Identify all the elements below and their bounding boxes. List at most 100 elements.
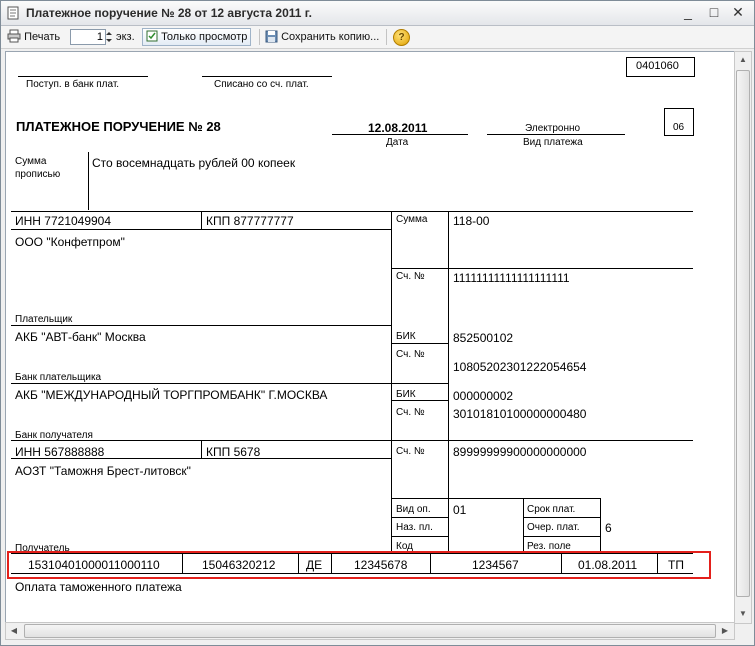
payer-bik-label: БИК bbox=[396, 331, 416, 342]
payee-bik-label: БИК bbox=[396, 389, 416, 400]
toolbar-separator bbox=[386, 29, 387, 45]
debited-line bbox=[202, 76, 332, 77]
copies-input[interactable]: 1 bbox=[70, 29, 106, 45]
document-icon bbox=[7, 6, 19, 20]
payment-purpose: Оплата таможенного платежа bbox=[15, 580, 182, 594]
grid-line bbox=[201, 211, 202, 229]
grid-line bbox=[392, 536, 448, 537]
grid-line bbox=[523, 517, 600, 518]
term-label: Срок плат. bbox=[527, 504, 576, 515]
close-button[interactable]: ✕ bbox=[729, 4, 747, 21]
grid-line bbox=[11, 383, 391, 384]
save-copy-label: Сохранить копию... bbox=[281, 31, 380, 43]
toolbar-separator bbox=[259, 29, 260, 45]
okud-code: 0401060 bbox=[636, 60, 679, 72]
status-code: 06 bbox=[673, 122, 685, 133]
window-title: Платежное поручение № 28 от 12 августа 2… bbox=[26, 6, 312, 20]
amount-words-value: Сто восемнадцать рублей 00 копеек bbox=[92, 156, 296, 170]
printer-icon bbox=[7, 29, 21, 43]
view-only-label: Только просмотр bbox=[161, 31, 248, 43]
vertical-scroll-thumb[interactable] bbox=[736, 70, 750, 597]
maximize-button[interactable]: □ bbox=[705, 4, 723, 21]
grid-line bbox=[11, 211, 693, 212]
grid-line bbox=[523, 498, 524, 553]
scroll-up-icon[interactable]: ▲ bbox=[735, 52, 751, 68]
amount-words-label-2: прописью bbox=[15, 169, 61, 180]
payee-account-label: Сч. № bbox=[396, 446, 425, 457]
order-label: Очер. плат. bbox=[527, 522, 580, 533]
payee-corr-value: 30101810100000000480 bbox=[453, 407, 587, 421]
payee-inn: ИНН 567888888 bbox=[15, 445, 105, 459]
payee-corr-label: Сч. № bbox=[396, 407, 425, 418]
payer-bank-label: Банк плательщика bbox=[15, 372, 102, 383]
grid-line bbox=[392, 498, 600, 499]
document-area: 0401060 Поступ. в банк плат. Списано со … bbox=[5, 51, 735, 624]
payer-bik-value: 852500102 bbox=[453, 331, 514, 345]
grid-line bbox=[600, 498, 601, 553]
amount-value: 118-00 bbox=[453, 214, 490, 228]
payment-type-value: Электронно bbox=[525, 123, 581, 134]
grid-line bbox=[11, 229, 391, 230]
date-label: Дата bbox=[386, 137, 409, 148]
payer-account-value: 11111111111111111111 bbox=[453, 271, 570, 285]
help-icon[interactable]: ? bbox=[393, 29, 410, 46]
date-value: 12.08.2011 bbox=[368, 121, 428, 135]
payee-bik-value: 000000002 bbox=[453, 389, 514, 403]
date-line bbox=[332, 134, 468, 135]
amount-words-divider bbox=[88, 152, 89, 210]
spinner-icon[interactable] bbox=[105, 30, 113, 44]
toolbar: Печать 1 экз. Только просмотр Сохранить … bbox=[1, 26, 754, 49]
grid-line bbox=[392, 400, 448, 401]
floppy-icon bbox=[265, 30, 278, 43]
title-bar[interactable]: Платежное поручение № 28 от 12 августа 2… bbox=[1, 1, 754, 26]
view-only-button[interactable]: Только просмотр bbox=[142, 28, 252, 46]
op-type-label: Вид оп. bbox=[396, 504, 431, 515]
grid-line bbox=[392, 517, 448, 518]
payer-name: ООО "Конфетпром" bbox=[15, 235, 125, 249]
grid-line bbox=[391, 211, 392, 553]
page-title: ПЛАТЕЖНОЕ ПОРУЧЕНИЕ № 28 bbox=[16, 119, 221, 134]
copies-unit: экз. bbox=[116, 31, 135, 43]
payer-account-label: Сч. № bbox=[396, 271, 425, 282]
tax-fields-highlight bbox=[7, 551, 711, 579]
print-button[interactable]: Печать bbox=[7, 28, 60, 46]
payee-kpp: КПП 5678 bbox=[206, 445, 261, 459]
amount-words-label-1: Сумма bbox=[15, 156, 47, 167]
debited-label: Списано со сч. плат. bbox=[214, 79, 309, 90]
payment-type-line bbox=[487, 134, 625, 135]
view-only-icon bbox=[146, 30, 158, 42]
payee-account-value: 89999999900000000000 bbox=[453, 445, 587, 459]
order-value: 6 bbox=[605, 521, 612, 535]
payee-name: АОЗТ "Таможня Брест-литовск" bbox=[15, 464, 191, 478]
grid-line bbox=[201, 440, 202, 458]
payer-corr-value: 10805202301222054654 bbox=[453, 360, 587, 374]
save-copy-button[interactable]: Сохранить копию... bbox=[265, 28, 379, 46]
payment-order-window: Платежное поручение № 28 от 12 августа 2… bbox=[0, 0, 755, 646]
horizontal-scroll-thumb[interactable] bbox=[24, 624, 716, 638]
vertical-scrollbar[interactable]: ▲ ▼ bbox=[734, 51, 752, 624]
scroll-right-icon[interactable]: ▶ bbox=[717, 623, 733, 639]
minimize-button[interactable]: _ bbox=[679, 4, 697, 21]
grid-line bbox=[523, 536, 600, 537]
scroll-down-icon[interactable]: ▼ bbox=[735, 606, 751, 622]
grid-line bbox=[392, 343, 448, 344]
payer-inn: ИНН 7721049904 bbox=[15, 214, 112, 228]
payer-bank-name: АКБ "АВТ-банк" Москва bbox=[15, 330, 146, 344]
payer-kpp: КПП 877777777 bbox=[206, 214, 294, 228]
purpose-label: Наз. пл. bbox=[396, 522, 433, 533]
grid-line bbox=[11, 440, 693, 441]
horizontal-scrollbar[interactable]: ◀ ▶ bbox=[5, 622, 735, 640]
grid-line bbox=[448, 211, 449, 553]
bank-received-label: Поступ. в банк плат. bbox=[26, 79, 120, 90]
op-type-value: 01 bbox=[453, 503, 467, 517]
payee-bank-name: АКБ "МЕЖДУНАРОДНЫЙ ТОРГПРОМБАНК" Г.МОСКВ… bbox=[15, 388, 328, 402]
payer-label: Плательщик bbox=[15, 314, 73, 325]
amount-label: Сумма bbox=[396, 214, 428, 225]
payment-type-label: Вид платежа bbox=[523, 137, 583, 148]
grid-line bbox=[392, 383, 448, 384]
print-label: Печать bbox=[24, 31, 61, 43]
scroll-left-icon[interactable]: ◀ bbox=[6, 623, 22, 639]
grid-line bbox=[11, 325, 391, 326]
payee-bank-label: Банк получателя bbox=[15, 430, 93, 441]
bank-received-line bbox=[18, 76, 148, 77]
